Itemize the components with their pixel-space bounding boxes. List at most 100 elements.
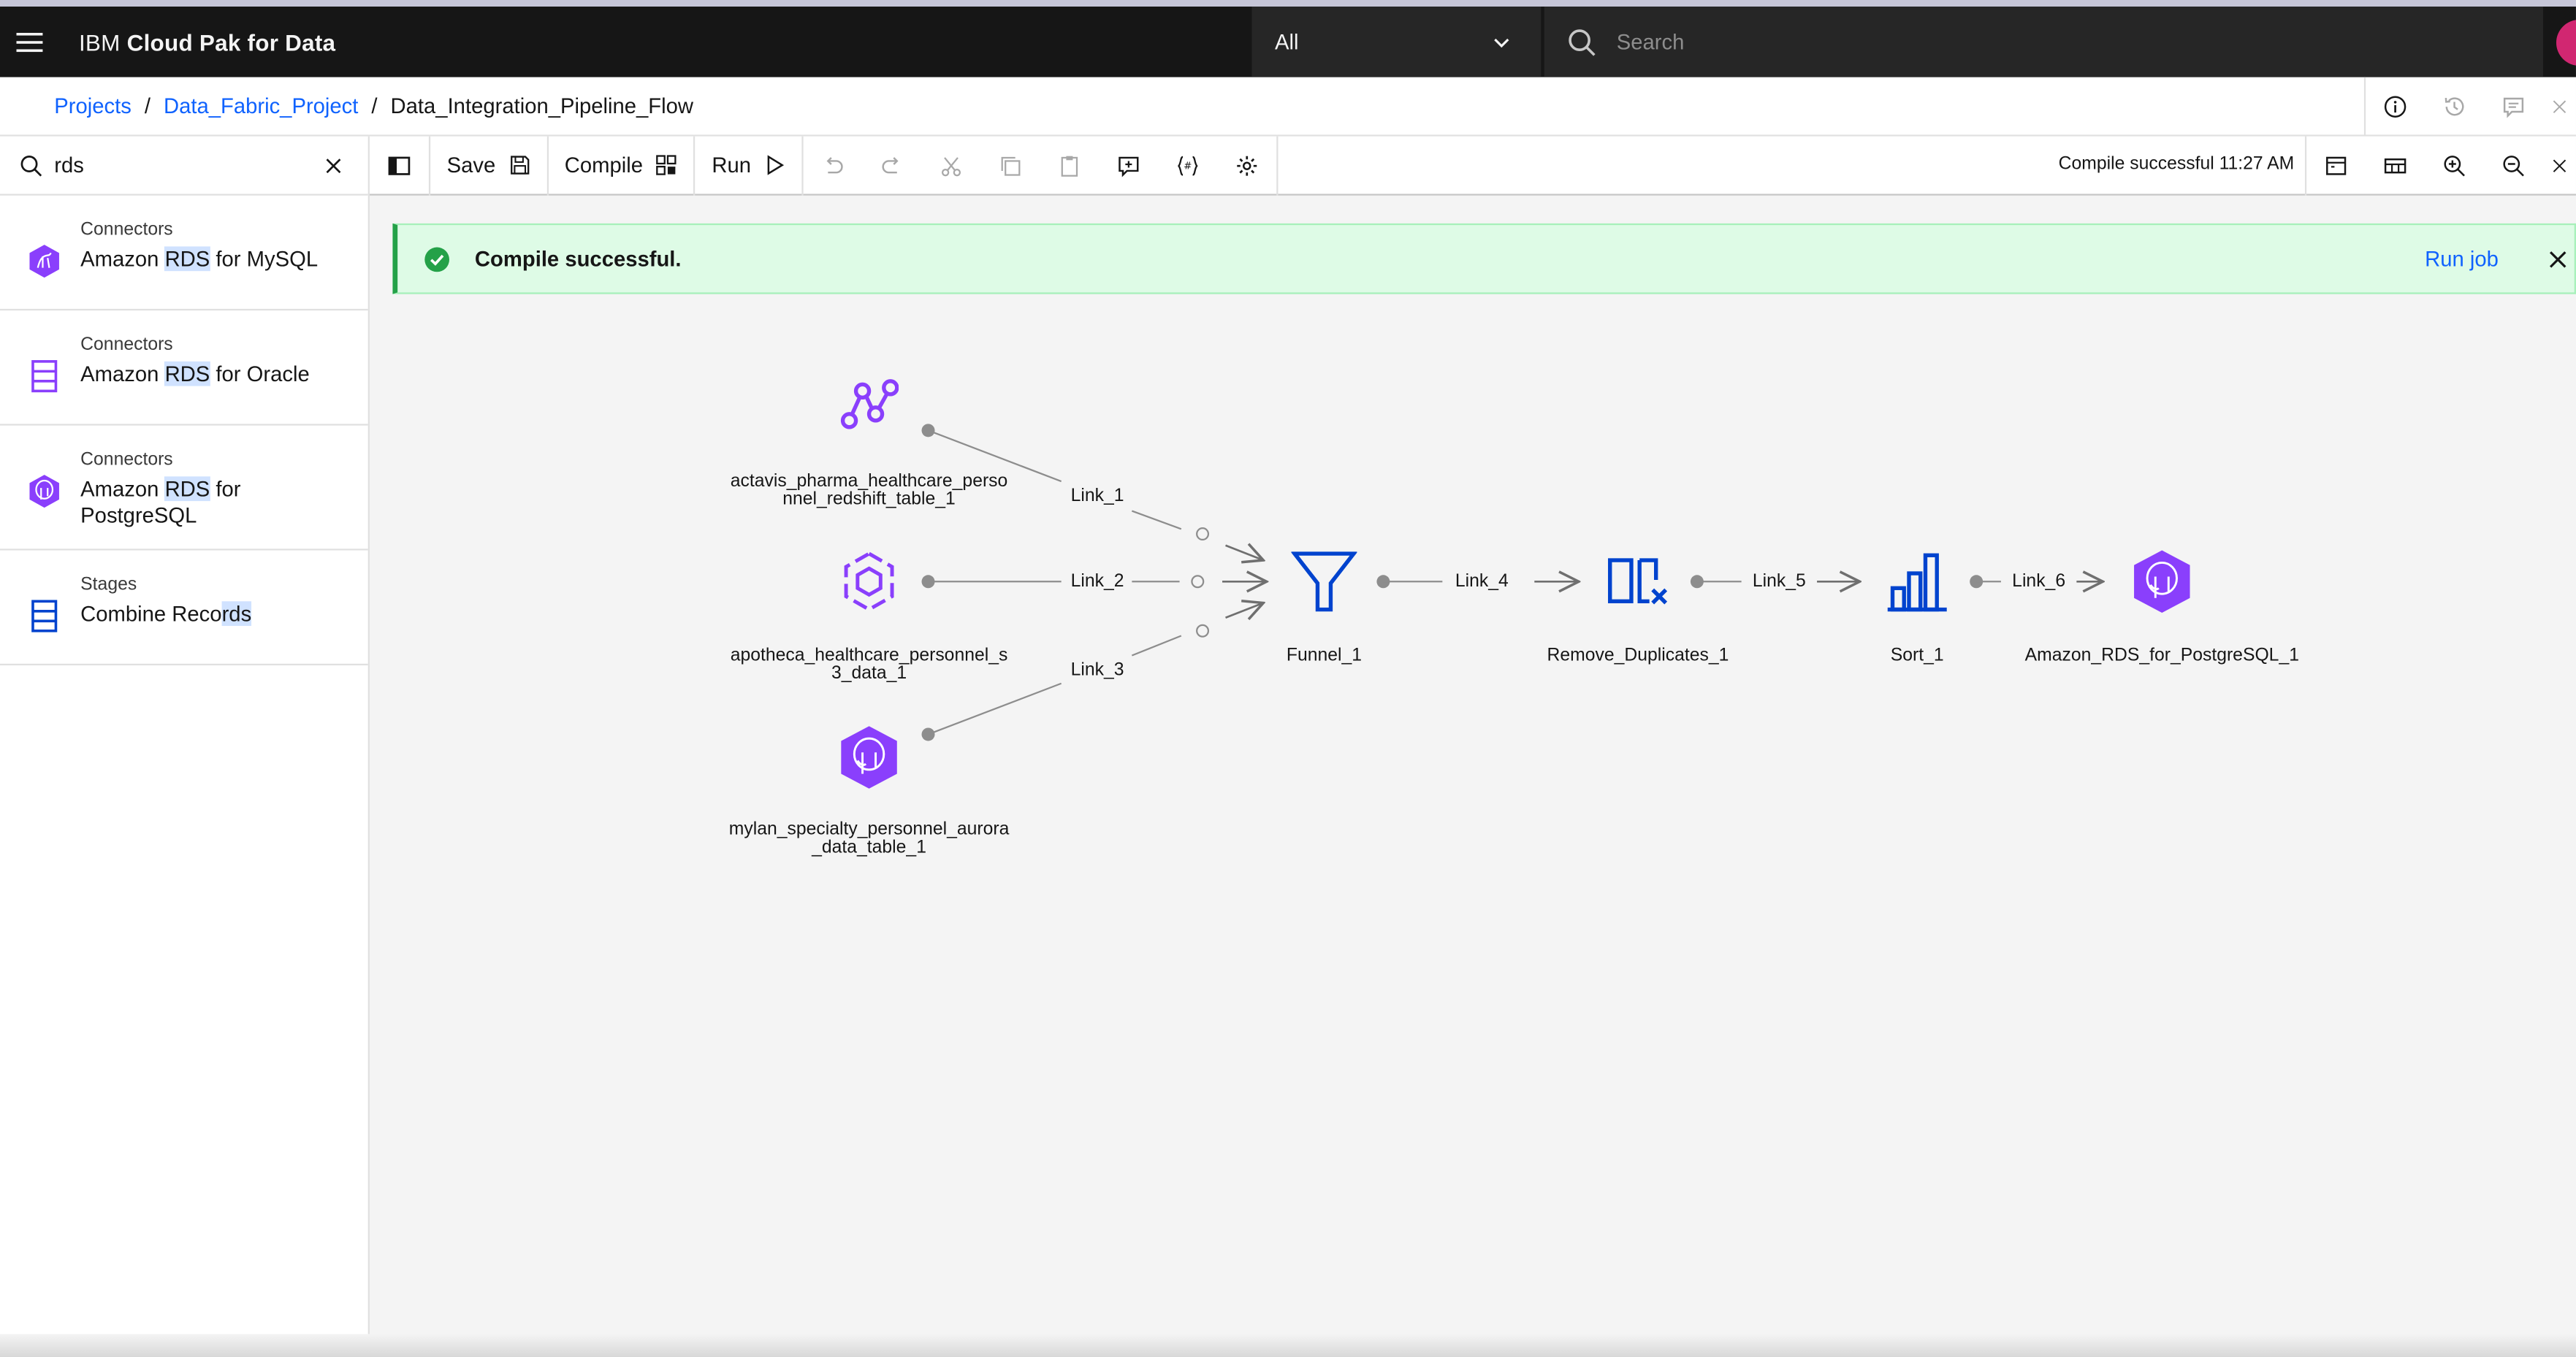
link-label-5[interactable]: Link_5 bbox=[1745, 571, 1813, 592]
history-icon bbox=[2444, 97, 2464, 116]
breadcrumb-project[interactable]: Data_Fabric_Project bbox=[164, 93, 358, 118]
flow-links bbox=[921, 424, 2576, 741]
palette-item-rds-mysql[interactable]: Connectors Amazon RDS for MySQL bbox=[0, 196, 368, 311]
postgresql-icon bbox=[29, 475, 59, 508]
cut-button[interactable] bbox=[922, 136, 981, 195]
node-label-source-1: actavis_pharma_healthcare_perso nnel_red… bbox=[730, 471, 1008, 510]
scope-value: All bbox=[1274, 29, 1299, 55]
sync-icon bbox=[1191, 527, 1210, 638]
layout-icon bbox=[2384, 158, 2407, 174]
palette-item-label: Combine Records bbox=[80, 601, 327, 627]
palette-item-category: Connectors bbox=[80, 335, 173, 355]
flow-canvas[interactable]: actavis_pharma_healthcare_perso nnel_red… bbox=[371, 296, 2576, 1357]
clear-search-icon[interactable] bbox=[322, 154, 345, 177]
global-search-input[interactable] bbox=[1616, 29, 2439, 55]
link-label-6[interactable]: Link_6 bbox=[2005, 571, 2073, 592]
copy-button[interactable] bbox=[981, 136, 1040, 195]
save-label: Save bbox=[446, 153, 496, 177]
sort-node-icon[interactable] bbox=[1884, 548, 1950, 614]
success-notification: Compile successful. Run job bbox=[392, 223, 2576, 294]
palette-item-rds-oracle[interactable]: Connectors Amazon RDS for Oracle bbox=[0, 310, 368, 426]
comments-button[interactable] bbox=[2484, 77, 2543, 137]
s3-node-icon[interactable] bbox=[838, 551, 900, 613]
link-label-4[interactable]: Link_4 bbox=[1448, 571, 1515, 592]
layout-button[interactable] bbox=[2366, 137, 2425, 196]
brand-title: Cloud Pak for Data bbox=[126, 28, 336, 56]
zoom-out-button[interactable] bbox=[2484, 137, 2543, 196]
fit-button[interactable] bbox=[2543, 137, 2576, 196]
stage-icon bbox=[31, 600, 58, 632]
avatar[interactable] bbox=[2556, 19, 2576, 66]
close-panel-button[interactable] bbox=[2543, 77, 2576, 137]
paste-button[interactable] bbox=[1040, 136, 1100, 195]
play-icon bbox=[768, 155, 785, 175]
notification-message: Compile successful. bbox=[474, 246, 682, 272]
properties-button[interactable] bbox=[2306, 137, 2366, 196]
undo-button[interactable] bbox=[804, 136, 863, 195]
window-bottom-edge bbox=[0, 1334, 2576, 1357]
breadcrumb-projects[interactable]: Projects bbox=[54, 93, 132, 118]
parameters-button[interactable]: # bbox=[1159, 136, 1218, 195]
info-button[interactable] bbox=[2366, 77, 2425, 137]
palette-item-label: Amazon RDS for PostgreSQL bbox=[80, 476, 327, 529]
node-label-sort: Sort_1 bbox=[1890, 646, 1944, 666]
compile-status: Compile successful 11:27 AM bbox=[2058, 154, 2295, 175]
undo-icon bbox=[827, 156, 844, 173]
database-icon bbox=[31, 360, 58, 393]
search-highlight: rds bbox=[221, 601, 252, 627]
save-icon bbox=[510, 156, 529, 175]
toggle-palette-button[interactable] bbox=[370, 136, 429, 195]
search-highlight: RDS bbox=[164, 476, 210, 502]
label-text: for Oracle bbox=[210, 361, 310, 386]
close-icon[interactable] bbox=[2548, 250, 2568, 270]
node-label-funnel: Funnel_1 bbox=[1286, 646, 1363, 666]
node-label-source-2: apotheca_healthcare_personnel_s 3_data_1 bbox=[730, 646, 1008, 684]
panel-icon bbox=[2326, 156, 2347, 175]
postgresql-node-icon[interactable] bbox=[2131, 548, 2193, 614]
run-job-link[interactable]: Run job bbox=[2425, 246, 2499, 271]
paste-icon bbox=[1062, 155, 1078, 176]
product-name[interactable]: IBM Cloud Pak for Data bbox=[79, 28, 335, 55]
zoom-in-button[interactable] bbox=[2425, 137, 2484, 196]
gear-icon bbox=[1237, 155, 1257, 175]
palette-item-label: Amazon RDS for MySQL bbox=[80, 246, 327, 272]
run-button[interactable]: Run bbox=[696, 136, 802, 195]
link-label-3[interactable]: Link_3 bbox=[1064, 660, 1131, 681]
redshift-node-icon[interactable] bbox=[839, 378, 899, 437]
view-controls bbox=[2304, 136, 2576, 196]
palette-item-combine-records[interactable]: Stages Combine Records bbox=[0, 551, 368, 666]
node-label-target: Amazon_RDS_for_PostgreSQL_1 bbox=[2024, 646, 2299, 666]
settings-button[interactable] bbox=[1218, 136, 1277, 195]
scope-dropdown[interactable]: All bbox=[1251, 6, 1542, 77]
zoom-in-icon bbox=[2444, 156, 2465, 177]
palette-item-category: Stages bbox=[80, 575, 137, 595]
menu-icon[interactable] bbox=[0, 7, 59, 77]
save-button[interactable]: Save bbox=[430, 136, 546, 195]
funnel-node-icon[interactable] bbox=[1291, 548, 1357, 614]
redo-button[interactable] bbox=[863, 136, 922, 195]
header-actions bbox=[2363, 77, 2576, 137]
palette-item-category: Connectors bbox=[80, 450, 173, 470]
side-panel-icon bbox=[388, 156, 411, 175]
palette-item-category: Connectors bbox=[80, 220, 173, 240]
label-text: Combine Reco bbox=[80, 601, 222, 627]
link-label-1[interactable]: Link_1 bbox=[1064, 486, 1131, 506]
global-search bbox=[1544, 6, 2543, 77]
copy-icon bbox=[1002, 156, 1021, 175]
top-header: IBM Cloud Pak for Data All bbox=[0, 6, 2576, 77]
breadcrumb: Projects / Data_Fabric_Project / Data_In… bbox=[54, 93, 693, 118]
remove-duplicates-node-icon[interactable] bbox=[1607, 555, 1669, 608]
add-comment-icon bbox=[1119, 156, 1139, 177]
compile-button[interactable]: Compile bbox=[548, 136, 693, 195]
aurora-node-icon[interactable] bbox=[838, 725, 900, 790]
compile-label: Compile bbox=[564, 153, 643, 177]
node-label-source-3: mylan_specialty_personnel_aurora _data_t… bbox=[728, 819, 1010, 858]
close-icon bbox=[2553, 100, 2567, 113]
label-text: Amazon bbox=[80, 361, 165, 386]
search-highlight: RDS bbox=[164, 361, 210, 386]
link-label-2[interactable]: Link_2 bbox=[1064, 571, 1131, 592]
history-button[interactable] bbox=[2425, 77, 2484, 137]
palette-item-rds-postgresql[interactable]: Connectors Amazon RDS for PostgreSQL bbox=[0, 426, 368, 551]
palette-search-input[interactable] bbox=[54, 153, 301, 177]
comment-button[interactable] bbox=[1100, 136, 1159, 195]
